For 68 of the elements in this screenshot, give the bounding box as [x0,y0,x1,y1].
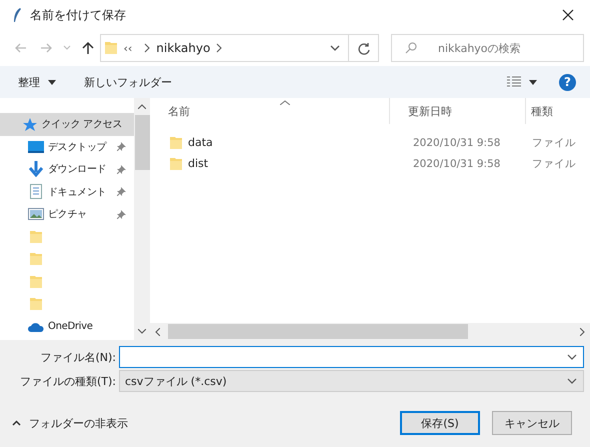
scroll-thumb[interactable] [168,324,468,339]
chevron-down-icon [567,354,577,360]
scroll-down-icon [138,329,146,334]
folder-icon [30,297,42,312]
sidebar-item[interactable]: ダウンロード [0,158,134,180]
file-type: ファイル [532,136,576,150]
back-icon[interactable] [14,41,28,55]
horizontal-scrollbar[interactable] [150,323,590,340]
sidebar-item[interactable]: ピクチャ [0,203,134,226]
document-icon [30,184,42,200]
monitor-icon [28,140,44,153]
file-type-dropdown[interactable]: csvファイル (*.csv) [119,370,584,392]
file-type: ファイル [532,156,576,170]
search-field[interactable]: nikkahyoの検索 [391,34,584,62]
feather-icon [12,7,22,23]
chevron-right-icon[interactable] [144,43,150,53]
view-list-icon [507,76,521,88]
sidebar-item[interactable]: クイック アクセス [0,113,134,136]
folder-icon [105,41,118,55]
file-name[interactable]: dist [188,157,208,170]
chevron-right-icon[interactable] [216,43,222,53]
organize-menu-button[interactable]: 整理 [12,70,62,94]
window-title: 名前を付けて保存 [30,6,126,24]
overflow-chevron[interactable]: ‹‹ [123,42,132,54]
scroll-left-icon [155,328,160,336]
column-header[interactable]: 種類 [531,104,553,119]
forward-icon[interactable] [39,41,54,55]
refresh-button[interactable] [349,34,379,62]
address-bar[interactable]: ‹‹ nikkahyo [100,34,350,62]
folder-icon [170,136,182,150]
caret-icon [48,80,56,84]
folder-icon [30,252,42,266]
star-icon [22,118,37,131]
sidebar-item[interactable]: デスクトップ [0,136,134,158]
scroll-thumb[interactable] [134,115,150,170]
cancel-button[interactable]: キャンセル [492,411,572,435]
folder-icon [30,230,42,244]
close-icon [562,9,574,21]
column-header[interactable]: 名前 [168,104,190,119]
chevron-down-icon[interactable] [330,44,340,52]
refresh-icon [358,42,370,54]
filename-field[interactable] [119,346,584,368]
save-button[interactable]: 保存(S) [400,411,480,435]
download-arrow-icon [28,161,44,178]
help-button[interactable]: ? [559,74,576,90]
sidebar-item[interactable]: OneDrive [0,316,134,338]
column-header[interactable]: 更新日時 [408,104,452,119]
breadcrumb[interactable]: nikkahyo [156,41,210,55]
hide-folders-button[interactable]: フォルダーの非表示 [12,416,128,430]
file-name[interactable]: data [188,136,213,149]
field-label: ファイル名(N): [39,350,117,364]
search-icon [405,42,417,54]
vertical-scrollbar[interactable] [134,98,150,340]
up-arrow-icon[interactable] [80,41,95,55]
modified-date: 2020/10/31 9:58 [413,158,500,170]
modified-date: 2020/10/31 9:58 [413,136,500,148]
picture-icon [28,208,44,220]
cloud-icon [28,322,44,332]
folder-icon [30,274,42,289]
new-folder-button[interactable]: 新しいフォルダー [78,70,178,94]
folder-icon [170,156,182,170]
sidebar-item[interactable]: ドキュメント [0,180,134,203]
scroll-up-icon [138,104,146,109]
scroll-right-icon [580,328,585,336]
field-label: ファイルの種類(T): [18,374,117,388]
chevron-up-icon [12,420,21,426]
chevron-down-icon [567,378,577,384]
caret-icon [529,80,537,84]
